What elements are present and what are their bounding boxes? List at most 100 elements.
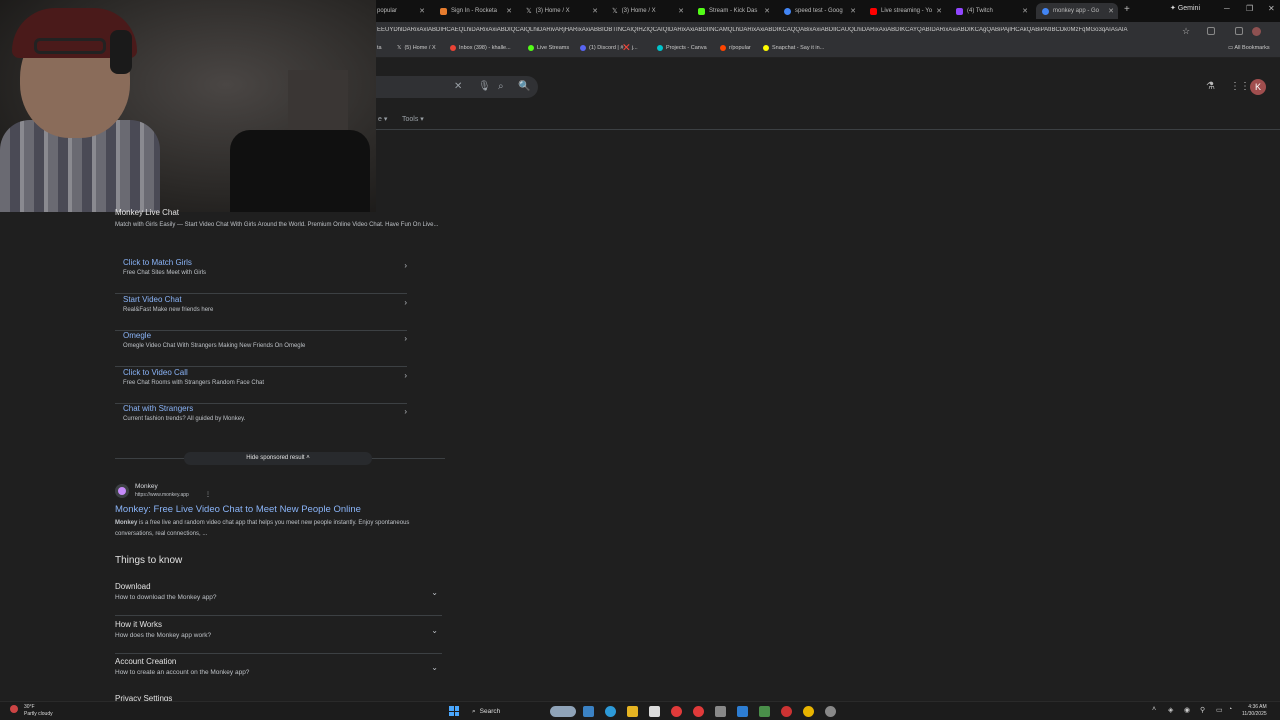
weather-widget[interactable]: 30°F Partly cloudy — [24, 704, 53, 718]
apps-grid-icon[interactable]: ⋮⋮ — [1230, 81, 1250, 92]
close-window-icon[interactable]: ✕ — [1268, 4, 1275, 13]
chevron-up-icon[interactable]: ˄ — [1152, 706, 1156, 713]
chevron-down-icon[interactable]: ⌄ — [431, 626, 438, 635]
store-icon[interactable] — [649, 706, 660, 717]
bookmark-label: ta — [377, 45, 382, 51]
widgets-icon[interactable] — [550, 706, 576, 717]
app-icon[interactable] — [737, 706, 748, 717]
windows-start-icon[interactable] — [449, 706, 459, 716]
tab-close-icon[interactable]: ✕ — [850, 7, 856, 15]
tray-icon[interactable]: ⚲ — [1200, 706, 1205, 714]
app-icon[interactable] — [781, 706, 792, 717]
hide-sponsored-button[interactable]: Hide sponsored result ˄ — [184, 452, 372, 465]
browser-tab[interactable]: Sign In - Rocketa ✕ — [440, 3, 512, 19]
tab-close-icon[interactable]: ✕ — [419, 7, 425, 15]
browser-tab-active[interactable]: monkey app - Go ✕ — [1036, 3, 1118, 19]
tab-close-icon[interactable]: ✕ — [764, 7, 770, 15]
result-site-name[interactable]: Monkey — [135, 483, 158, 490]
app-icon[interactable] — [671, 706, 682, 717]
app-icon[interactable] — [583, 706, 594, 717]
tray-icon[interactable]: ◉ — [1184, 706, 1190, 714]
tab-close-icon[interactable]: ✕ — [592, 7, 598, 15]
extensions-icon[interactable] — [1207, 27, 1215, 35]
tab-close-icon[interactable]: ✕ — [506, 7, 512, 15]
browser-tab[interactable]: speed test - Goog ✕ — [784, 3, 856, 19]
ad-sitelink[interactable]: Click to Match Girls Free Chat Sites Mee… — [115, 258, 407, 294]
weather-temp: 30°F — [24, 704, 35, 710]
sidebar-icon[interactable] — [1235, 27, 1243, 35]
sitelink-desc: Omegle Video Chat With Strangers Making … — [123, 343, 306, 349]
sitelink-title[interactable]: Click to Video Call — [123, 368, 188, 377]
things-to-know-item[interactable]: Download How to download the Monkey app?… — [115, 582, 442, 616]
things-to-know-item-partial[interactable]: Privacy Settings — [115, 694, 172, 701]
bookmark-item[interactable]: Projects - Canva — [657, 45, 707, 51]
gemini-button[interactable]: ✦ Gemini — [1170, 4, 1200, 12]
app-icon[interactable] — [715, 706, 726, 717]
things-to-know-item[interactable]: Account Creation How to create an accoun… — [115, 657, 442, 687]
result-url[interactable]: https://www.monkey.app — [135, 492, 189, 498]
camera-search-icon[interactable]: ⌕ — [498, 81, 504, 92]
tab-close-icon[interactable]: ✕ — [1108, 7, 1114, 15]
tools-dropdown[interactable]: Tools ▾ — [402, 115, 424, 123]
microphone-icon[interactable]: 🎙 — [478, 81, 491, 92]
file-explorer-icon[interactable] — [627, 706, 638, 717]
browser-tab[interactable]: popular ✕ — [377, 3, 425, 19]
search-icon[interactable]: 🔍 — [518, 81, 530, 92]
tab-close-icon[interactable]: ✕ — [1022, 7, 1028, 15]
things-to-know-item[interactable]: How it Works How does the Monkey app wor… — [115, 620, 442, 654]
filter-dropdown[interactable]: e ▾ — [378, 115, 387, 123]
bookmark-item[interactable]: Inbox (398) - khalle... — [450, 45, 511, 51]
chevron-down-icon[interactable]: ⌄ — [431, 663, 438, 672]
bookmark-item[interactable]: 𝕏 (5) Home / X — [397, 45, 436, 51]
bookmark-item[interactable]: r/popular — [720, 45, 751, 51]
chevron-down-icon[interactable]: ⌄ — [431, 588, 438, 597]
bookmark-item[interactable]: Snapchat - Say it in... — [763, 45, 824, 51]
clear-icon[interactable]: ✕ — [454, 81, 462, 92]
sitelink-title[interactable]: Omegle — [123, 331, 151, 340]
all-bookmarks-button[interactable]: ▭ All Bookmarks — [1228, 45, 1270, 51]
browser-tab[interactable]: 𝕏 (3) Home / X ✕ — [526, 3, 598, 19]
browser-profile-avatar[interactable] — [1252, 27, 1261, 36]
ad-sitelink[interactable]: Omegle Omegle Video Chat With Strangers … — [115, 331, 407, 367]
settings-gear-icon[interactable] — [825, 706, 836, 717]
google-profile-avatar[interactable]: K — [1250, 79, 1266, 95]
taskbar-clock[interactable]: 4:36 AM 11/30/2025 — [1242, 704, 1267, 718]
volume-icon[interactable]: ◔ — [1228, 706, 1232, 713]
tab-close-icon[interactable]: ✕ — [678, 7, 684, 15]
app-icon[interactable] — [759, 706, 770, 717]
url-field[interactable]: EEUYDhlDARixAxIABDIHCAEQLhiDARixAxiABDIQ… — [377, 27, 1172, 33]
bookmark-item[interactable]: ta — [377, 45, 382, 51]
bookmark-item[interactable]: Live Streams — [528, 45, 569, 51]
new-tab-button[interactable]: + — [1124, 4, 1130, 15]
edge-icon[interactable] — [605, 706, 616, 717]
sitelink-title[interactable]: Click to Match Girls — [123, 258, 192, 267]
ad-sitelink[interactable]: Chat with Strangers Current fashion tren… — [115, 404, 407, 434]
browser-tab[interactable]: (4) Twitch ✕ — [956, 3, 1028, 19]
tab-close-icon[interactable]: ✕ — [936, 7, 942, 15]
browser-tab[interactable]: Live streaming - Yo ✕ — [870, 3, 942, 19]
bookmark-star-icon[interactable]: ☆ — [1182, 26, 1190, 37]
bookmark-label: Inbox (398) - khalle... — [459, 45, 511, 51]
chrome-icon[interactable] — [803, 706, 814, 717]
browser-tab[interactable]: Stream - Kick Das ✕ — [698, 3, 770, 19]
labs-flask-icon[interactable]: ⚗ — [1206, 81, 1215, 92]
ad-sitelink[interactable]: Start Video Chat Real&Fast Make new frie… — [115, 295, 407, 331]
sitelink-title[interactable]: Chat with Strangers — [123, 404, 193, 413]
more-options-icon[interactable]: ⋮ — [205, 491, 211, 498]
browser-tab[interactable]: 𝕏 (3) Home / X ✕ — [612, 3, 684, 19]
ad-title[interactable]: Monkey Live Chat — [115, 208, 179, 217]
bookmark-label: r/popular — [729, 45, 751, 51]
bookmark-item[interactable]: (1) Discord | #❌ j... — [580, 45, 638, 51]
snippet-text: is a free live and random video chat app… — [115, 520, 410, 537]
taskbar-search[interactable]: ⌕ Search — [468, 705, 548, 718]
network-icon[interactable]: ▭ — [1216, 706, 1223, 714]
maximize-icon[interactable]: ❐ — [1246, 4, 1253, 13]
ad-sitelink[interactable]: Click to Video Call Free Chat Rooms with… — [115, 368, 407, 404]
minimize-icon[interactable]: ─ — [1224, 4, 1230, 13]
sitelink-title[interactable]: Start Video Chat — [123, 295, 182, 304]
app-icon[interactable] — [693, 706, 704, 717]
sitelink-desc: Current fashion trends? All guided by Mo… — [123, 416, 246, 422]
result-title-link[interactable]: Monkey: Free Live Video Chat to Meet New… — [115, 504, 361, 515]
all-bookmarks-label: All Bookmarks — [1234, 45, 1270, 51]
tray-icon[interactable]: ◈ — [1168, 706, 1173, 714]
